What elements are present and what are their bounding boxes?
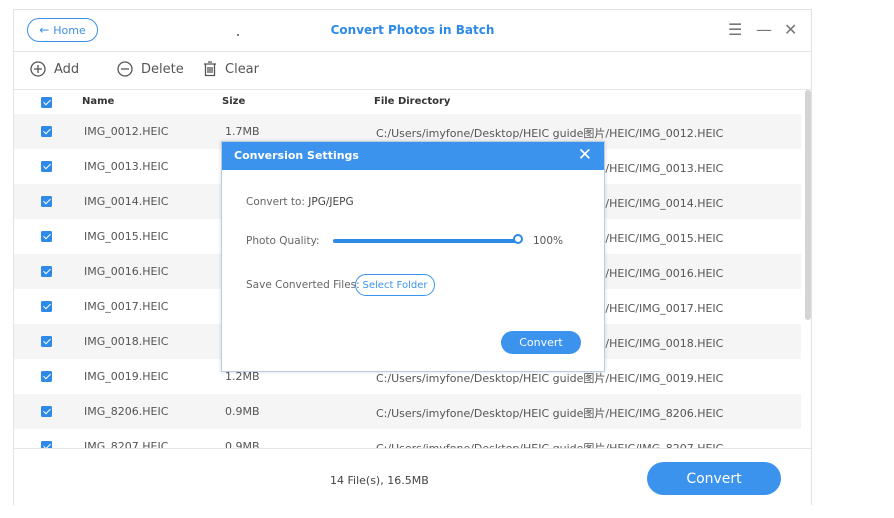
file-name: IMG_0014.HEIC [84, 195, 169, 208]
save-label: Save Converted Files: [246, 279, 360, 291]
column-directory: File Directory [374, 96, 451, 107]
dialog-title: Conversion Settings [234, 149, 359, 162]
clear-button[interactable]: Clear [203, 61, 259, 77]
dialog-header: Conversion Settings ✕ [222, 142, 604, 170]
footer: 14 File(s), 16.5MB Convert [14, 448, 811, 506]
minus-circle-icon [117, 61, 133, 77]
file-name: IMG_0017.HEIC [84, 300, 169, 313]
file-name: IMG_0018.HEIC [84, 335, 169, 348]
row-checkbox[interactable] [41, 161, 52, 172]
row-checkbox[interactable] [41, 336, 52, 347]
delete-button[interactable]: Delete [117, 61, 184, 77]
table-header: Name Size File Directory [14, 90, 801, 114]
column-size: Size [222, 96, 246, 107]
slider-fill [333, 239, 518, 243]
file-summary: 14 File(s), 16.5MB [330, 474, 429, 487]
select-all-checkbox[interactable] [41, 97, 52, 108]
select-folder-button[interactable]: Select Folder [355, 274, 435, 296]
minimize-icon[interactable]: — [756, 21, 772, 39]
conversion-settings-dialog: Conversion Settings ✕ Convert to: JPG/JE… [221, 141, 605, 372]
add-button[interactable]: Add [30, 61, 79, 77]
quality-slider[interactable] [333, 234, 523, 244]
clear-label: Clear [225, 61, 259, 77]
file-directory: C:/Users/imyfone/Desktop/HEIC guide图片/HE… [376, 127, 724, 140]
delete-label: Delete [141, 61, 184, 77]
page-title: Convert Photos in Batch [330, 23, 495, 37]
file-size: 0.9MB [225, 405, 260, 418]
convert-to-value[interactable]: JPG/JEPG [308, 196, 353, 208]
slider-thumb[interactable] [513, 234, 523, 244]
column-name: Name [82, 96, 115, 107]
plus-circle-icon [30, 61, 46, 77]
file-name: IMG_8206.HEIC [84, 405, 169, 418]
convert-to-label: Convert to: [246, 196, 305, 208]
file-name: IMG_0012.HEIC [84, 125, 169, 138]
row-checkbox[interactable] [41, 231, 52, 242]
trash-icon [204, 61, 216, 77]
file-name: IMG_0013.HEIC [84, 160, 169, 173]
convert-to-row: Convert to: JPG/JEPG [246, 196, 354, 208]
quality-label: Photo Quality: [246, 235, 320, 247]
row-checkbox[interactable] [41, 371, 52, 382]
dialog-convert-button[interactable]: Convert [501, 331, 581, 354]
file-directory: C:/Users/imyfone/Desktop/HEIC guide图片/HE… [376, 372, 724, 385]
convert-button[interactable]: Convert [647, 462, 781, 495]
file-name: IMG_0016.HEIC [84, 265, 169, 278]
file-size: 1.7MB [225, 125, 260, 138]
row-checkbox[interactable] [41, 196, 52, 207]
row-checkbox[interactable] [41, 126, 52, 137]
add-label: Add [54, 61, 80, 77]
scrollbar[interactable] [805, 90, 811, 320]
file-name: IMG_0019.HEIC [84, 370, 169, 383]
close-icon[interactable]: ✕ [784, 21, 797, 39]
row-checkbox[interactable] [41, 301, 52, 312]
quality-percent: 100% [533, 235, 564, 247]
dialog-close-icon[interactable]: ✕ [578, 146, 592, 164]
table-row[interactable]: IMG_8207.HEIC 0.9MB C:/Users/imyfone/Deskt… [14, 429, 801, 450]
file-directory: C:/Users/imyfone/Desktop/HEIC guide图片/HE… [376, 407, 724, 420]
title-bar: ← Home Convert Photos in Batch ☰ — ✕ [14, 10, 811, 52]
table-row[interactable]: IMG_8206.HEIC 0.9MB C:/Users/imyfone/Deskt… [14, 394, 801, 429]
file-name: IMG_0015.HEIC [84, 230, 169, 243]
row-checkbox[interactable] [41, 266, 52, 277]
menu-icon[interactable]: ☰ [728, 21, 742, 39]
row-checkbox[interactable] [41, 406, 52, 417]
toolbar: Add Delete Clear [14, 52, 811, 90]
